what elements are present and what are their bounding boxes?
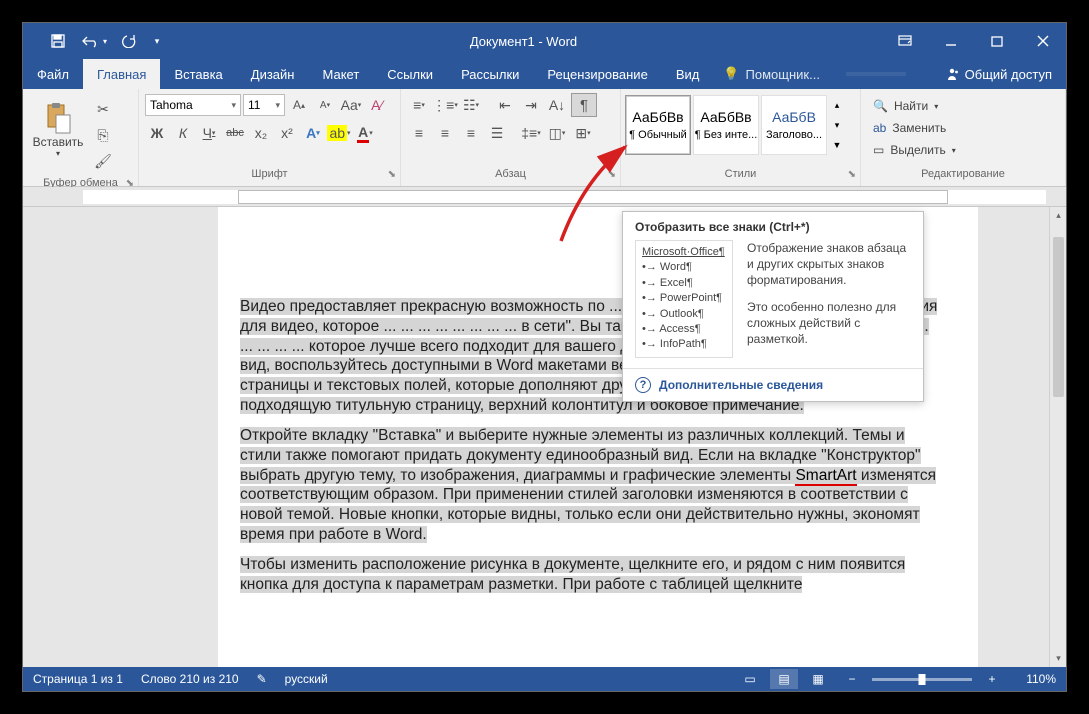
maximize-button[interactable] [974,23,1020,59]
tab-view[interactable]: Вид [662,59,714,89]
paragraph-launcher[interactable]: ⬊ [608,169,616,180]
tab-references[interactable]: Ссылки [373,59,447,89]
ruler[interactable] [23,187,1066,207]
styles-expand[interactable]: ▼ [829,135,845,155]
pilcrow-tooltip: Отобразить все знаки (Ctrl+*) Microsoft·… [622,211,924,402]
language-status[interactable]: русский [285,672,328,686]
sort-button[interactable]: A↓ [545,93,569,117]
font-size-select[interactable]: 11▾ [243,94,285,116]
font-color-button[interactable]: A▾ [353,121,377,145]
zoom-level[interactable]: 110% [1012,672,1056,686]
tooltip-preview: Microsoft·Office¶ •→ Word¶ •→ Excel¶ •→ … [635,240,733,358]
vertical-scrollbar[interactable]: ▴ ▾ [1049,207,1066,667]
help-icon: ? [635,377,651,393]
tab-review[interactable]: Рецензирование [533,59,661,89]
style-heading1[interactable]: АаБбВ Заголово... [761,95,827,155]
justify-button[interactable]: ☰ [485,121,509,145]
cut-button[interactable]: ✂ [91,97,115,121]
tab-insert[interactable]: Вставка [160,59,236,89]
borders-button[interactable]: ⊞▾ [571,121,595,145]
tell-me-input[interactable]: Помощник... [746,67,820,82]
bulb-icon: 💡 [723,66,739,82]
font-name-select[interactable]: Tahoma▾ [145,94,241,116]
ribbon-tabs: Файл Главная Вставка Дизайн Макет Ссылки… [23,59,1066,89]
redo-button[interactable] [113,26,147,56]
tab-file[interactable]: Файл [23,59,83,89]
tab-mailings[interactable]: Рассылки [447,59,533,89]
line-spacing-button[interactable]: ‡≡▾ [519,121,543,145]
tab-layout[interactable]: Макет [308,59,373,89]
copy-button[interactable]: ⎘ [91,123,115,147]
scroll-down-arrow[interactable]: ▾ [1050,650,1066,667]
window-title: Документ1 - Word [165,34,882,49]
qat-customize[interactable]: ▾ [149,26,165,56]
styles-scroll-up[interactable]: ▴ [829,95,845,115]
strikethrough-button[interactable]: abc [223,121,247,145]
title-bar: ▾ ▾ Документ1 - Word [23,23,1066,59]
paste-button[interactable]: Вставить ▾ [29,93,87,165]
save-button[interactable] [41,26,75,56]
ribbon: Вставить ▾ ✂ ⎘ 🖌 Буфер обмена⬊ Tahoma▾ 1… [23,89,1066,187]
align-right-button[interactable]: ≡ [459,121,483,145]
style-normal[interactable]: АаБбВв ¶ Обычный [625,95,691,155]
style-no-spacing[interactable]: АаБбВв ¶ Без инте... [693,95,759,155]
decrease-indent-button[interactable]: ⇤ [493,93,517,117]
text-effects-button[interactable]: A▾ [301,121,325,145]
align-left-button[interactable]: ≡ [407,121,431,145]
styles-scroll-down[interactable]: ▾ [829,115,845,135]
undo-button[interactable]: ▾ [77,26,111,56]
ribbon-options-button[interactable] [882,23,928,59]
multilevel-button[interactable]: ☷▾ [459,93,483,117]
highlight-button[interactable]: ab▾ [327,121,351,145]
replace-button[interactable]: ab Заменить [867,117,962,139]
bullets-button[interactable]: ≡▾ [407,93,431,117]
find-button[interactable]: 🔍 Найти ▾ [867,95,962,117]
font-launcher[interactable]: ⬊ [388,169,396,180]
web-layout-button[interactable]: ▦ [804,669,832,689]
shrink-font-button[interactable]: A▾ [313,93,337,117]
scroll-up-arrow[interactable]: ▴ [1050,207,1066,224]
clear-format-button[interactable]: A⁄ [365,93,389,117]
show-hide-marks-button[interactable]: ¶ [571,93,597,117]
minimize-button[interactable] [928,23,974,59]
italic-button[interactable]: К [171,121,195,145]
styles-launcher[interactable]: ⬊ [848,169,856,180]
print-layout-button[interactable]: ▤ [770,669,798,689]
bold-button[interactable]: Ж [145,121,169,145]
zoom-in-button[interactable]: + [978,669,1006,689]
read-mode-button[interactable]: ▭ [736,669,764,689]
numbering-button[interactable]: ⋮≡▾ [433,93,457,117]
zoom-out-button[interactable]: − [838,669,866,689]
grow-font-button[interactable]: A▴ [287,93,311,117]
shading-button[interactable]: ◫▾ [545,121,569,145]
tab-home[interactable]: Главная [83,59,160,89]
word-count[interactable]: Слово 210 из 210 [141,672,239,686]
subscript-button[interactable]: x₂ [249,121,273,145]
scroll-thumb[interactable] [1053,237,1064,397]
account-area[interactable] [846,72,906,76]
status-bar: Страница 1 из 1 Слово 210 из 210 ✎ русск… [23,667,1066,691]
spell-check-icon[interactable]: ✎ [257,672,267,686]
close-button[interactable] [1020,23,1066,59]
format-painter-button[interactable]: 🖌 [91,149,115,173]
zoom-slider[interactable] [872,678,972,681]
share-button[interactable]: Общий доступ [931,59,1066,89]
superscript-button[interactable]: x² [275,121,299,145]
change-case-button[interactable]: Aa▾ [339,93,363,117]
align-center-button[interactable]: ≡ [433,121,457,145]
tab-design[interactable]: Дизайн [237,59,309,89]
underline-button[interactable]: Ч▾ [197,121,221,145]
page-count[interactable]: Страница 1 из 1 [33,672,123,686]
tooltip-more-info[interactable]: ? Дополнительные сведения [623,368,923,401]
select-button[interactable]: ▭ Выделить ▾ [867,139,962,161]
increase-indent-button[interactable]: ⇥ [519,93,543,117]
